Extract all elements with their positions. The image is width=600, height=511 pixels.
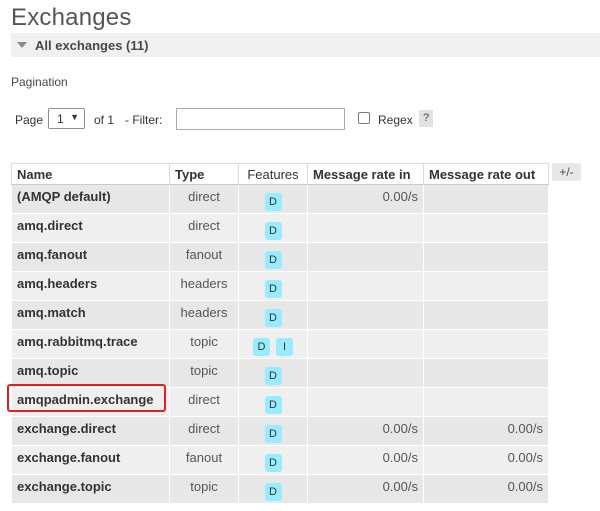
message-rate-in [308,330,418,334]
exchange-name-link[interactable]: amq.topic [17,359,169,378]
message-rate-in: 0.00/s [382,450,418,465]
exchange-name-link[interactable]: exchange.topic [17,475,169,494]
message-rate-out [424,243,543,247]
message-rate-in [308,272,418,276]
exchange-name-link[interactable]: amq.headers [17,272,169,291]
exchange-type: direct [188,392,220,407]
exchange-type: headers [180,276,228,291]
section-title: All exchanges (11) [35,37,149,53]
feature-badge: D [253,338,270,356]
table-row[interactable]: amq.rabbitmq.trace topic D I [11,329,549,359]
message-rate-out [424,359,543,363]
column-header-rate-in[interactable]: Message rate in [307,163,424,185]
toggle-columns-button[interactable]: +/- [552,163,581,181]
exchange-type: direct [188,189,220,204]
column-header-type[interactable]: Type [169,163,239,185]
message-rate-out [424,214,543,218]
table-row[interactable]: amq.fanout fanout D [11,242,549,272]
exchange-name-link[interactable]: (AMQP default) [17,185,169,204]
message-rate-in: 0.00/s [382,421,418,436]
table-row[interactable]: amqpadmin.exchange direct D [11,387,549,417]
exchange-type: headers [180,305,228,320]
message-rate-in [308,388,418,392]
message-rate-out [424,301,543,305]
message-rate-out: 0.00/s [507,450,543,465]
exchange-type: direct [188,218,220,233]
regex-help-button[interactable]: ? [419,110,433,127]
exchange-name-link[interactable]: amq.rabbitmq.trace [17,330,169,349]
column-header-rate-out[interactable]: Message rate out [423,163,549,185]
table-row[interactable]: exchange.fanout fanout D 0.00/s 0.00/s [11,445,549,475]
exchange-type: fanout [185,247,223,262]
triangle-down-icon [17,42,27,48]
feature-badge: D [264,193,282,211]
exchange-name-link[interactable]: amq.match [17,301,169,320]
exchange-type: topic [190,363,218,378]
all-exchanges-section-toggle[interactable]: All exchanges (11) [11,33,600,57]
message-rate-in [308,214,418,218]
feature-badge: D [264,425,282,443]
exchange-name-link[interactable]: exchange.fanout [17,446,169,465]
message-rate-out [424,185,543,189]
column-header-name[interactable]: Name [11,163,170,185]
page-count-label: of 1 [94,113,115,127]
message-rate-out: 0.00/s [507,479,543,494]
exchange-name-link[interactable]: exchange.direct [17,417,169,436]
feature-badge: D [264,483,282,501]
feature-badge: D [264,454,282,472]
page-select-value: 1 [57,112,64,126]
table-row[interactable]: amq.headers headers D [11,271,549,301]
message-rate-in: 0.00/s [382,479,418,494]
column-header-features: Features [238,163,308,185]
message-rate-in [308,301,418,305]
message-rate-in [308,359,418,363]
exchanges-table: Name Type Features Message rate in Messa… [11,163,549,504]
exchange-name-link[interactable]: amqpadmin.exchange [17,388,169,407]
table-row[interactable]: exchange.topic topic D 0.00/s 0.00/s [11,474,549,504]
table-row[interactable]: amq.topic topic D [11,358,549,388]
table-row[interactable]: exchange.direct direct D 0.00/s 0.00/s [11,416,549,446]
exchange-type: direct [188,421,220,436]
page-select[interactable]: 1 ▼ [48,108,85,129]
feature-badge: D [264,251,282,269]
pagination-label: Pagination [11,75,68,89]
message-rate-in [308,243,418,247]
feature-badge: D [264,396,282,414]
message-rate-out [424,272,543,276]
feature-badge: D [264,222,282,240]
message-rate-in: 0.00/s [382,189,418,204]
table-row[interactable]: amq.direct direct D [11,213,549,243]
exchange-type: topic [190,479,218,494]
feature-badge: D [264,367,282,385]
message-rate-out [424,388,543,392]
regex-label: Regex [378,113,413,127]
table-row[interactable]: (AMQP default) direct D 0.00/s [11,184,549,214]
feature-badge: D [264,280,282,298]
page-title: Exchanges [11,4,132,31]
feature-badge: I [276,338,293,356]
feature-badge: D [264,309,282,327]
message-rate-out: 0.00/s [507,421,543,436]
exchange-name-link[interactable]: amq.fanout [17,243,169,262]
table-row[interactable]: amq.match headers D [11,300,549,330]
page-label: Page [15,113,44,127]
chevron-down-icon: ▼ [70,112,79,122]
exchange-type: fanout [185,450,223,465]
filter-input[interactable] [176,108,345,130]
exchange-name-link[interactable]: amq.direct [17,214,169,233]
filter-label: - Filter: [125,113,163,127]
regex-checkbox[interactable] [358,112,370,124]
message-rate-out [424,330,543,334]
exchange-type: topic [190,334,218,349]
